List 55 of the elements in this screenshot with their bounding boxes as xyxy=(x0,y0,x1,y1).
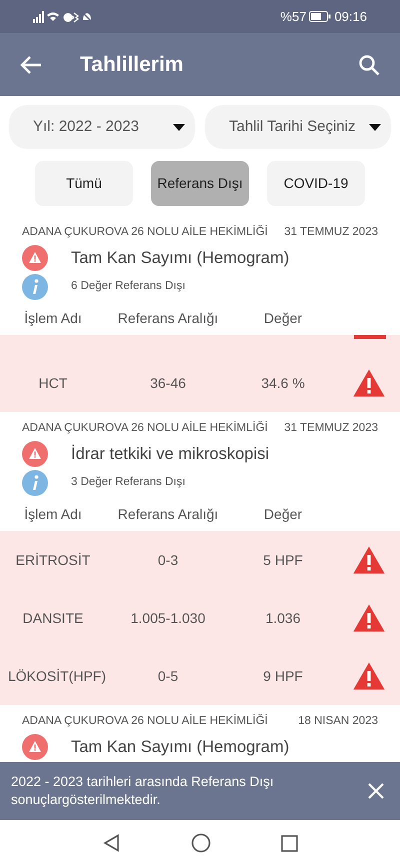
close-icon[interactable] xyxy=(368,783,384,799)
test-name: HCT xyxy=(38,374,68,390)
filter-chip[interactable]: COVID-19 xyxy=(267,161,365,206)
dropdown-caret-icon xyxy=(369,124,381,130)
test-value: 1.036 xyxy=(265,610,301,626)
test-title: Tam Kan Sayımı (Hemogram) xyxy=(71,736,290,758)
warning-icon xyxy=(22,245,48,271)
column-header: Referans Aralığı xyxy=(118,310,218,326)
column-header: İşlem Adı xyxy=(24,310,82,326)
recents-nav-icon[interactable] xyxy=(280,834,298,852)
home-nav-icon[interactable] xyxy=(190,833,210,853)
info-icon xyxy=(22,470,48,496)
battery-percent: %57 xyxy=(280,8,306,26)
test-value: 34.6 % xyxy=(261,374,305,390)
out-of-range-summary: 6 Değer Referans Dışı xyxy=(71,279,186,294)
column-header: Değer xyxy=(264,506,302,522)
facility-name: ADANA ÇUKUROVA 26 NOLU AİLE HEKİMLİĞİ xyxy=(22,420,268,436)
filter-chip[interactable]: Referans Dışı xyxy=(151,161,249,206)
column-header: Değer xyxy=(264,310,302,326)
result-date: 18 NISAN 2023 xyxy=(298,714,378,730)
info-icon xyxy=(22,274,48,300)
test-name: ERİTROSİT xyxy=(16,552,90,568)
column-header: İşlem Adı xyxy=(24,506,82,522)
warning-icon xyxy=(22,441,48,467)
test-value: 9 HPF xyxy=(263,668,303,684)
result-date: 31 TEMMUZ 2023 xyxy=(284,225,378,240)
back-nav-icon[interactable] xyxy=(102,834,120,852)
reference-range: 0-3 xyxy=(158,552,178,568)
test-title: Tam Kan Sayımı (Hemogram) xyxy=(71,248,290,269)
back-arrow-icon[interactable] xyxy=(20,54,42,74)
reference-range: 36-46 xyxy=(150,374,186,390)
status-icons xyxy=(33,10,93,22)
test-name: LÖKOSİT(HPF) xyxy=(8,668,106,684)
battery-icon xyxy=(309,11,332,22)
out-of-range-summary: 3 Değer Referans Dışı xyxy=(71,475,186,490)
snackbar-message: 2022 - 2023 tarihleri arasında Referans Dışı sonuçlargösterilmektedir. xyxy=(11,773,275,809)
filter-chip[interactable]: Tümü xyxy=(35,161,133,206)
search-icon[interactable] xyxy=(358,54,380,76)
dropdown-value: Tahlil Tarihi Seçiniz xyxy=(229,116,356,137)
test-value: 5 HPF xyxy=(263,552,303,568)
dropdown-value: Yıl: 2022 - 2023 xyxy=(33,116,139,137)
column-header: Referans Aralığı xyxy=(118,506,218,522)
warning-icon xyxy=(22,734,48,760)
test-title: İdrar tetkiki ve mikroskopisi xyxy=(71,444,270,465)
dropdown[interactable]: Tahlil Tarihi Seçiniz xyxy=(205,105,391,149)
facility-name: ADANA ÇUKUROVA 26 NOLU AİLE HEKİMLİĞİ xyxy=(22,713,268,730)
test-name: DANSITE xyxy=(22,610,84,626)
dropdown[interactable]: Yıl: 2022 - 2023 xyxy=(9,105,195,149)
facility-name: ADANA ÇUKUROVA 26 NOLU AİLE HEKİMLİĞİ xyxy=(22,224,268,240)
reference-range: 0-5 xyxy=(158,668,178,684)
status-time: 09:16 xyxy=(334,8,367,26)
screen-title: Tahlillerim xyxy=(80,52,184,78)
result-date: 31 TEMMUZ 2023 xyxy=(284,421,378,436)
dropdown-caret-icon xyxy=(173,124,185,130)
reference-range: 1.005-1.030 xyxy=(130,610,206,626)
